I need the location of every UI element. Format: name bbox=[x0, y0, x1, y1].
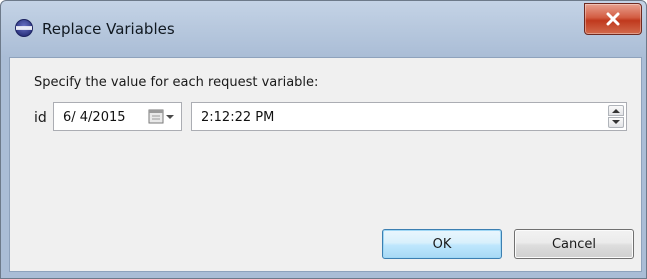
spin-up-button[interactable] bbox=[608, 105, 624, 116]
dialog-prompt: Specify the value for each request varia… bbox=[34, 75, 319, 90]
date-picker[interactable]: 6/ 4/2015 bbox=[53, 102, 182, 131]
dialog-content: Specify the value for each request varia… bbox=[9, 57, 642, 272]
variable-label-id: id bbox=[34, 110, 47, 126]
time-picker[interactable]: 2:12:22 PM bbox=[191, 102, 627, 131]
spin-up-icon bbox=[612, 109, 620, 113]
time-spinner[interactable] bbox=[608, 105, 624, 128]
window-title: Replace Variables bbox=[42, 20, 175, 38]
title-bar[interactable]: Replace Variables bbox=[1, 1, 646, 57]
app-icon bbox=[15, 19, 33, 37]
cancel-button[interactable]: Cancel bbox=[514, 229, 634, 259]
replace-variables-dialog: Replace Variables Specify the value for … bbox=[0, 0, 647, 279]
spin-down-icon bbox=[612, 120, 620, 124]
close-button[interactable] bbox=[584, 3, 642, 35]
time-value[interactable]: 2:12:22 PM bbox=[201, 110, 274, 125]
close-icon bbox=[606, 12, 620, 26]
calendar-dropdown-icon[interactable] bbox=[147, 108, 177, 125]
spin-down-button[interactable] bbox=[608, 117, 624, 128]
ok-button[interactable]: OK bbox=[382, 229, 502, 259]
date-value[interactable]: 6/ 4/2015 bbox=[63, 110, 126, 125]
